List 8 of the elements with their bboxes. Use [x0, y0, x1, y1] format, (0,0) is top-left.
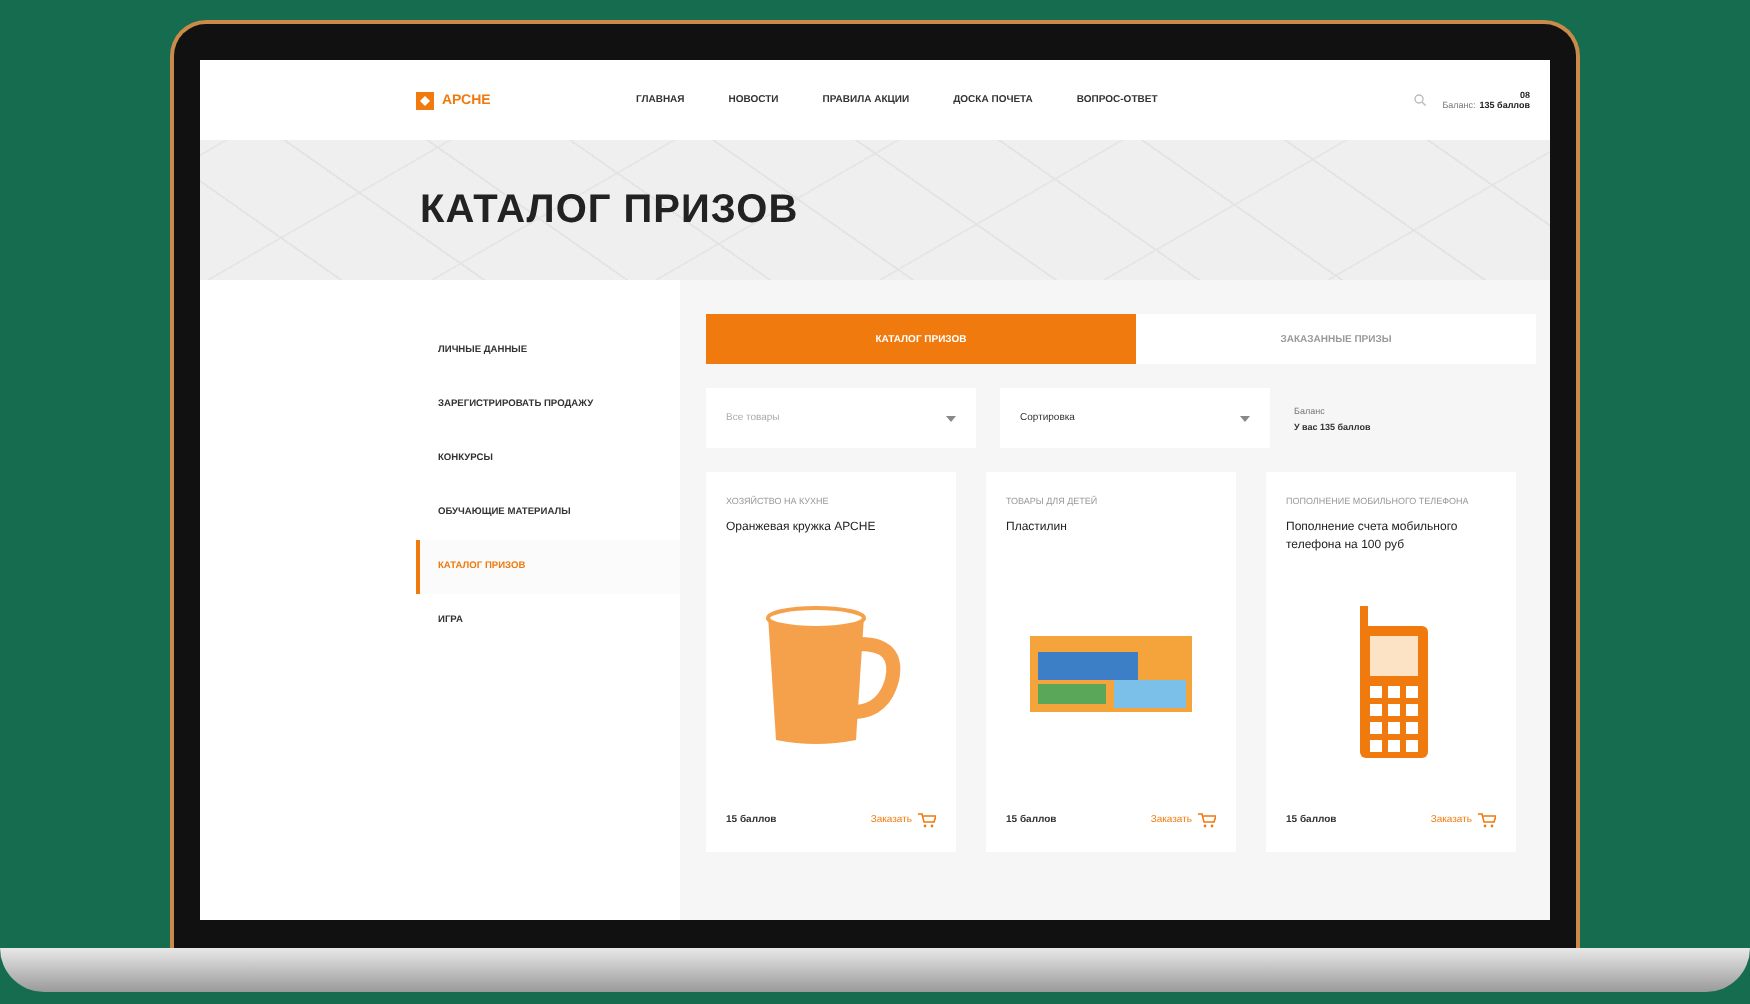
search-icon[interactable]	[1414, 94, 1427, 106]
cart-icon	[1478, 812, 1496, 828]
cart-icon	[918, 812, 936, 828]
caret-icon	[1240, 415, 1250, 421]
logo-icon	[416, 91, 434, 109]
caret-icon	[946, 415, 956, 421]
page-title: КАТАЛОГ ПРИЗОВ	[420, 187, 799, 233]
cart-icon	[1198, 812, 1216, 828]
